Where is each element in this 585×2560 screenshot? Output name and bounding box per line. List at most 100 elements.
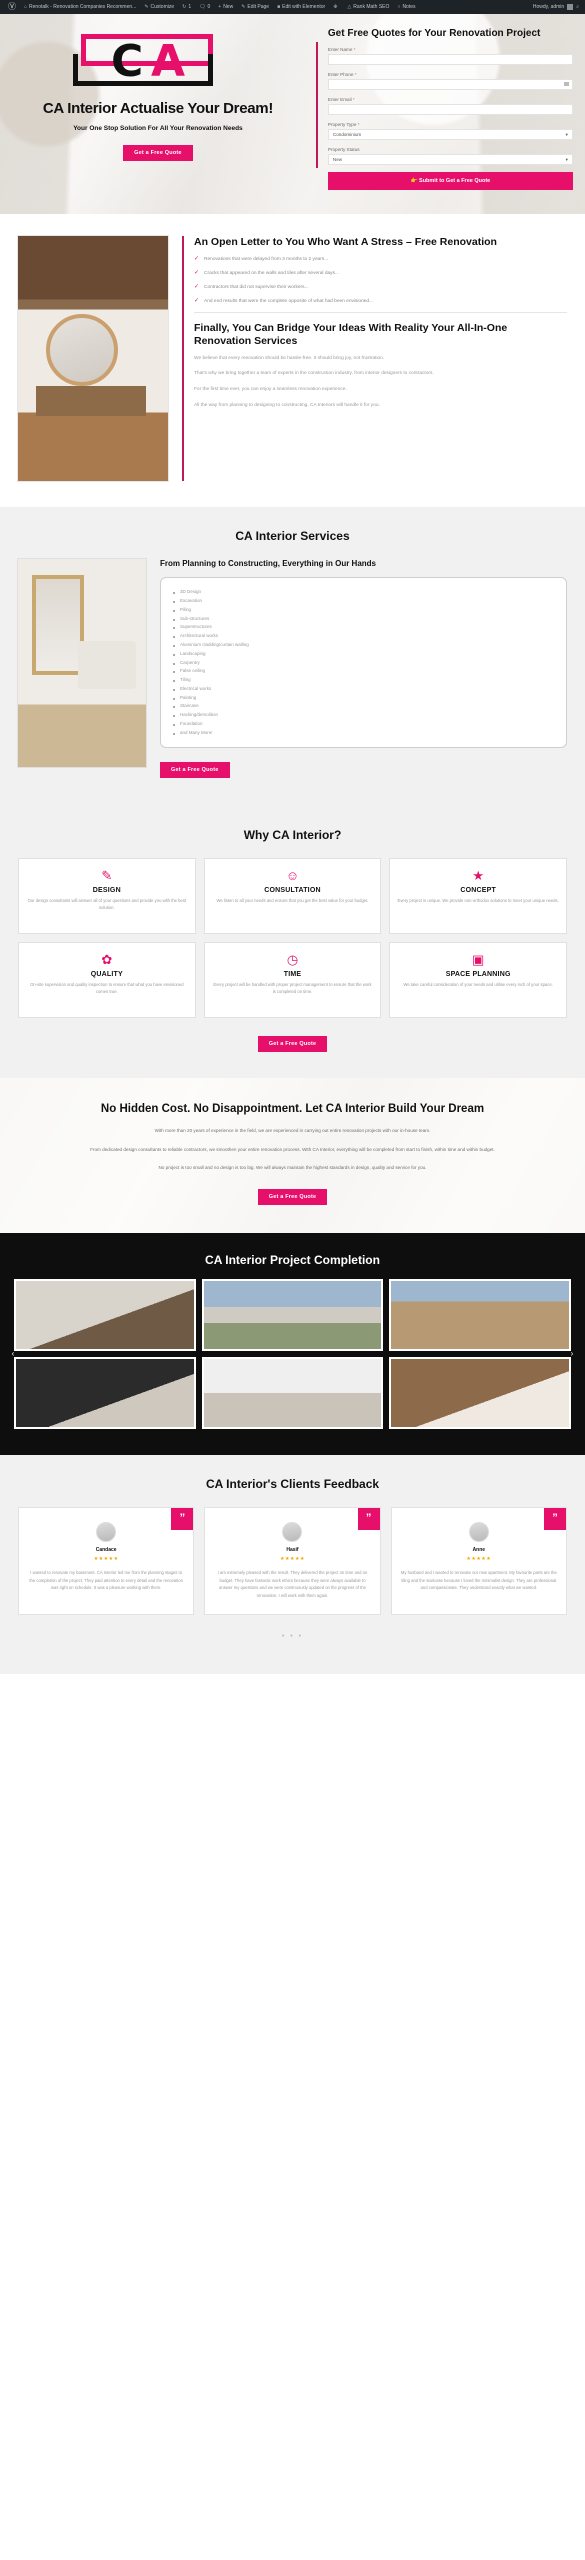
concept-lightbulb-icon: ★	[472, 868, 484, 884]
project-photo-dark-living-room[interactable]	[14, 1356, 196, 1429]
country-flag-icon[interactable]	[563, 82, 569, 86]
services-section-title: CA Interior Services	[235, 529, 350, 543]
adminbar-item-elementor[interactable]: ■ Edit with Elementor	[273, 0, 329, 14]
logo-letter-c: C	[110, 36, 144, 87]
avatar	[96, 1521, 117, 1542]
why-card-desc: We take careful consideration of your ne…	[403, 982, 553, 988]
adminbar-item-new[interactable]: + New	[214, 0, 237, 14]
why-card-desc: We listen to all your needs and ensure t…	[216, 898, 369, 904]
rating-stars: ★★★★★	[280, 1555, 305, 1562]
email-field-label: Enter Email *	[327, 97, 355, 102]
hero-left-column: C A CA Interior Actualise Your Dream! Yo…	[0, 14, 316, 214]
open-letter-heading: An Open Letter to You Who Want A Stress …	[194, 236, 497, 248]
why-card-desc: Our design consultants will answer all o…	[27, 898, 187, 911]
adminbar-account[interactable]: Howdy, admin ⌕	[533, 4, 581, 10]
adminbar-item-edit-page[interactable]: ✎ Edit Page	[237, 0, 273, 14]
testimonial-text: My husband and I wanted to renovate our …	[400, 1569, 557, 1591]
submit-button-label: Submit to Get a Free Quote	[419, 178, 491, 184]
carousel-next-button[interactable]: ›	[567, 1347, 577, 1361]
testimonial-card: ” Hasif ★★★★★ I am extremely pleased wit…	[204, 1506, 381, 1615]
list-item: 3D Design	[173, 588, 554, 597]
adminbar-item-notes[interactable]: ○ Notes	[393, 0, 419, 14]
list-item: Tiling	[173, 676, 554, 685]
list-item: Electrical works	[173, 685, 554, 694]
property-status-select[interactable]: New ▾	[327, 154, 573, 165]
email-input[interactable]	[327, 104, 573, 115]
quote-mark-icon: ”	[543, 1507, 566, 1530]
project-photo-house-exterior[interactable]	[201, 1278, 384, 1351]
list-item: Staircase	[173, 702, 554, 711]
adminbar-item-site[interactable]: ⌂ Renotalk - Renovation Companies Recomm…	[20, 0, 140, 14]
plus-icon: +	[218, 4, 222, 10]
adminbar-item-settings[interactable]: ❉	[329, 0, 343, 14]
wordpress-icon[interactable]: Ⓥ	[4, 0, 20, 14]
list-item: Hacking/demolition	[173, 711, 554, 720]
adminbar-item-updates[interactable]: ↻ 1	[178, 0, 195, 14]
check-icon: ✓	[194, 269, 200, 276]
adminbar-rank-math-label: Rank Math SEO	[353, 4, 390, 10]
project-photo-wooden-staircase[interactable]	[389, 1356, 571, 1429]
quote-form: Get Free Quotes for Your Renovation Proj…	[327, 28, 573, 190]
services-list: 3D Design Excavation Piling Sub-structur…	[173, 588, 554, 737]
page-root: Ⓥ ⌂ Renotalk - Renovation Companies Reco…	[0, 0, 585, 1674]
why-card-space-planning: ▣ SPACE PLANNING We take careful conside…	[389, 942, 567, 1019]
why-card-design: ✎ DESIGN Our design consultants will ans…	[18, 858, 196, 935]
home-icon: ⌂	[24, 4, 28, 10]
list-item: and Many More!	[173, 729, 554, 738]
notes-icon: ○	[397, 4, 401, 10]
why-section: Why CA Interior? ✎ DESIGN Our design con…	[0, 808, 585, 1079]
name-field-label: Enter Name *	[327, 47, 356, 52]
why-card-title: DESIGN	[92, 887, 121, 895]
testimonial-card: ” Anne ★★★★★ My husband and I wanted to …	[390, 1506, 567, 1615]
adminbar-edit-page-label: Edit Page	[247, 4, 270, 10]
search-icon[interactable]: ⌕	[576, 4, 579, 10]
why-get-free-quote-button[interactable]: Get a Free Quote	[257, 1036, 328, 1053]
list-item: Excavation	[173, 597, 554, 606]
why-card-desc: On-site supervision and quality inspecti…	[30, 982, 184, 995]
name-input[interactable]	[327, 54, 573, 65]
comment-bubble-icon: ↻	[182, 4, 187, 10]
list-item: Piling	[173, 606, 554, 615]
adminbar-item-customize[interactable]: ✎ Customize	[140, 0, 178, 14]
list-item: Superstructures	[173, 623, 554, 632]
adminbar-item-comments[interactable]: 🗨 0	[195, 0, 214, 14]
property-type-select[interactable]: Condominium ▾	[327, 129, 573, 140]
testimonial-author: Candace	[95, 1546, 117, 1553]
hero-subheading: Your One Stop Solution For All Your Reno…	[73, 125, 243, 133]
carousel-pagination-dots[interactable]: • • •	[18, 1633, 567, 1640]
project-photo-kitchen[interactable]	[14, 1278, 196, 1351]
services-get-free-quote-button[interactable]: Get a Free Quote	[160, 762, 230, 779]
carousel-prev-button[interactable]: ‹	[8, 1347, 18, 1361]
adminbar-item-rank-math[interactable]: △ Rank Math SEO	[343, 0, 393, 14]
projects-section: CA Interior Project Completion ‹ ›	[0, 1232, 585, 1455]
quality-badge-icon: ✿	[101, 952, 113, 968]
project-photo-white-kitchen[interactable]	[201, 1356, 384, 1429]
ca-interior-logo: C A	[72, 34, 243, 92]
submit-quote-button[interactable]: 👉 Submit to Get a Free Quote	[327, 172, 573, 190]
why-card-title: TIME	[283, 971, 302, 979]
adminbar-site-label: Renotalk - Renovation Companies Recommen…	[29, 4, 137, 10]
quote-mark-icon: ”	[171, 1507, 194, 1530]
testimonial-text: I am extremely pleased with the result. …	[217, 1569, 368, 1599]
why-card-quality: ✿ QUALITY On-site supervision and qualit…	[18, 942, 196, 1019]
letter-paragraph: We believe that every renovation should …	[194, 355, 385, 361]
list-item: Carpentry	[173, 659, 554, 668]
why-section-title: Why CA Interior?	[243, 828, 342, 843]
wp-admin-bar: Ⓥ ⌂ Renotalk - Renovation Companies Reco…	[0, 0, 585, 14]
testimonials-section: CA Interior's Clients Feedback ” Candace…	[0, 1454, 585, 1674]
phone-input[interactable]	[327, 79, 573, 90]
project-photo-construction-site[interactable]	[389, 1278, 571, 1351]
no-hidden-cost-get-free-quote-button[interactable]: Get a Free Quote	[257, 1188, 328, 1205]
list-item: ✓ Contractors that did not supervise thei…	[194, 283, 309, 290]
adminbar-updates-count: 1	[188, 4, 192, 10]
chevron-down-icon: ▾	[565, 156, 568, 162]
hero-get-free-quote-button[interactable]: Get a Free Quote	[123, 145, 193, 162]
why-card-desc: Every project is unique. We provide non-…	[397, 898, 559, 904]
letter-paragraph: For the first time ever, you can enjoy a…	[194, 387, 347, 393]
list-item: Landscaping	[173, 650, 554, 659]
adminbar-elementor-label: Edit with Elementor	[282, 4, 326, 10]
pencil-icon: ✎	[241, 4, 246, 10]
no-hidden-cost-paragraph: From dedicated design consultants to rel…	[90, 1146, 495, 1152]
services-list-card: 3D Design Excavation Piling Sub-structur…	[160, 577, 567, 749]
why-card-consultation: ☺ CONSULTATION We listen to all your nee…	[203, 858, 382, 935]
